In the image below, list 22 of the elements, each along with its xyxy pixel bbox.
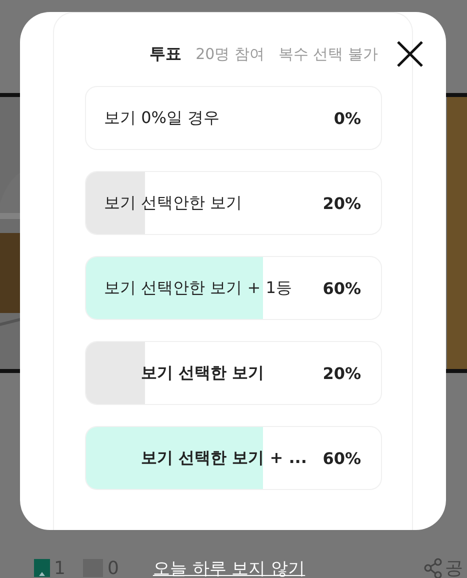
option-percent: 60% (322, 278, 361, 298)
option-label: 보기 선택한 보기 + ... (140, 448, 308, 468)
poll-option[interactable]: 보기 0%일 경우 0% (85, 86, 382, 150)
close-icon[interactable] (396, 40, 424, 68)
option-percent: 20% (322, 194, 361, 212)
option-label: 보기 선택한 보기 (140, 362, 266, 384)
selection-mode: 복수 선택 불가 (278, 44, 378, 64)
poll-option[interactable]: 보기 선택한 보기 20% (85, 341, 382, 405)
poll-option[interactable]: 보기 선택한 보기 + ... 60% (85, 426, 382, 490)
option-percent: 60% (322, 448, 361, 468)
poll-option[interactable]: 보기 선택안한 보기 + 1등 60% (85, 256, 382, 320)
option-label: 보기 선택안한 보기 + 1등 (104, 278, 293, 298)
poll-option[interactable]: 보기 선택안한 보기 20% (85, 171, 382, 235)
option-label: 보기 0%일 경우 (104, 108, 221, 128)
share-icon[interactable] (424, 558, 442, 578)
dismiss-link[interactable]: 오늘 하루 보지 않기 (152, 556, 306, 578)
option-label: 보기 선택안한 보기 (104, 192, 244, 214)
option-percent: 0% (334, 108, 361, 128)
option-percent: 20% (322, 364, 361, 382)
poll-title: 투표 (150, 44, 182, 64)
badge-icon[interactable] (34, 559, 50, 577)
participant-count: 20명 참여 (196, 44, 264, 64)
